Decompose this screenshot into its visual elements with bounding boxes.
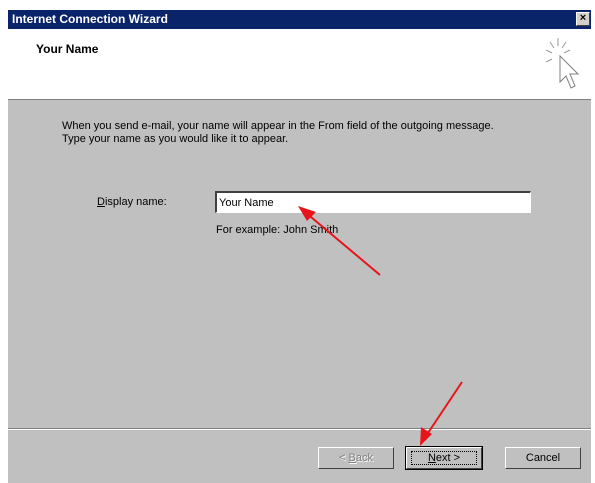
next-button-text: ext >: [435, 452, 461, 464]
next-button-accesskey: N: [427, 452, 436, 464]
wizard-header: [8, 29, 591, 99]
back-button-accesskey: B: [348, 452, 356, 464]
instruction-text-line1: When you send e-mail, your name will app…: [62, 120, 494, 132]
wizard-cursor-icon: [545, 38, 580, 89]
wizard-body: [8, 99, 591, 483]
back-button-text: ack: [355, 452, 373, 464]
display-name-label: Display name:: [97, 196, 167, 208]
display-name-label-accesskey: D: [97, 196, 105, 208]
cancel-button[interactable]: Cancel: [505, 447, 581, 469]
window-title: Internet Connection Wizard: [12, 12, 168, 26]
back-button[interactable]: < Back: [318, 447, 394, 469]
example-text: For example: John Smith: [216, 224, 339, 236]
display-name-input[interactable]: [215, 191, 531, 213]
back-button-prefix: <: [339, 452, 349, 464]
next-button[interactable]: Next >: [405, 446, 483, 470]
page-title: Your Name: [36, 42, 99, 56]
instruction-text-line2: Type your name as you would like it to a…: [62, 133, 289, 145]
close-button[interactable]: ×: [576, 12, 590, 26]
display-name-label-text: isplay name:: [104, 196, 167, 208]
button-divider: [8, 428, 591, 430]
